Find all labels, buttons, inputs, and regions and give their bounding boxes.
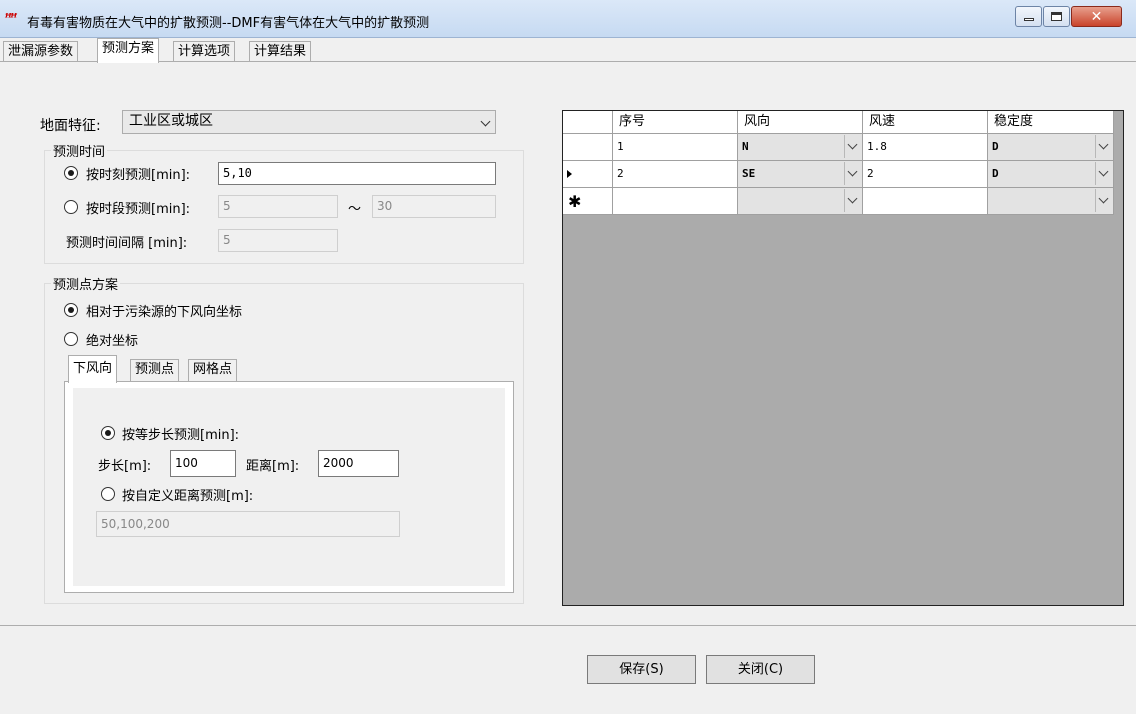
cell-stability-value: D [992, 140, 999, 153]
title-bar: ꟸꟸ 有毒有害物质在大气中的扩散预测--DMF有害气体在大气中的扩散预测 ✕ [0, 0, 1136, 38]
period-separator: ～ [348, 202, 362, 217]
interval-label: 预测时间间隔 [min]: [66, 236, 188, 251]
chevron-down-icon[interactable] [1095, 189, 1112, 212]
period-end-input[interactable]: 30 [372, 195, 496, 218]
chevron-down-icon[interactable] [1095, 135, 1112, 158]
by-period-radio[interactable] [64, 200, 78, 214]
distance-input[interactable]: 2000 [318, 450, 399, 477]
interval-input[interactable]: 5 [218, 229, 338, 252]
tab-leak-source[interactable]: 泄漏源参数 [3, 41, 79, 62]
save-button[interactable]: 保存(S) [587, 655, 696, 684]
subtab-downwind[interactable]: 下风向 [68, 355, 118, 383]
new-cell-no[interactable] [613, 188, 738, 215]
row-header-new[interactable]: ✱ [563, 188, 613, 215]
tab-prediction-scheme[interactable]: 预测方案 [97, 38, 160, 63]
current-row-icon [567, 170, 572, 178]
close-icon: ✕ [1090, 8, 1103, 25]
row-header-current[interactable] [563, 161, 613, 188]
chevron-down-icon[interactable] [844, 135, 861, 158]
cell-speed[interactable]: 2 [863, 161, 988, 188]
absolute-coord-radio[interactable] [64, 332, 78, 346]
tab-calc-options[interactable]: 计算选项 [173, 41, 236, 62]
custom-distance-radio[interactable] [101, 487, 115, 501]
by-moment-input[interactable]: 5,10 [218, 162, 496, 185]
new-cell-stability[interactable] [988, 188, 1114, 215]
chevron-down-icon [480, 116, 491, 127]
period-start-input[interactable]: 5 [218, 195, 338, 218]
distance-label: 距离[m]: [246, 459, 300, 474]
prediction-time-title: 预测时间 [51, 141, 108, 160]
cell-speed[interactable]: 1.8 [863, 134, 988, 161]
close-button[interactable]: 关闭(C) [706, 655, 815, 684]
cell-direction[interactable]: SE [738, 161, 863, 188]
grid-corner-header [563, 111, 613, 134]
ground-feature-label: 地面特征: [40, 118, 101, 134]
cell-stability[interactable]: D [988, 161, 1114, 188]
cell-direction-value: SE [742, 167, 756, 180]
custom-distance-label: 按自定义距离预测[m]: [122, 489, 254, 504]
wind-data-grid[interactable]: 序号 风向 风速 稳定度 1 N 1.8 D 2 SE 2 D ✱ [562, 110, 1124, 606]
app-icon: ꟸꟸ [5, 11, 17, 24]
minimize-icon [1023, 18, 1034, 21]
custom-distance-input[interactable]: 50,100,200 [96, 511, 400, 537]
cell-stability[interactable]: D [988, 134, 1114, 161]
row-header[interactable] [563, 134, 613, 161]
relative-coord-radio[interactable] [64, 303, 78, 317]
relative-coord-label: 相对于污染源的下风向坐标 [86, 305, 243, 320]
maximize-icon [1051, 12, 1062, 21]
by-moment-radio[interactable] [64, 166, 78, 180]
equal-step-label: 按等步长预测[min]: [122, 428, 240, 443]
cell-direction-value: N [742, 140, 749, 153]
ground-feature-select[interactable]: 工业区或城区 [122, 110, 496, 134]
minimize-button[interactable] [1015, 6, 1042, 27]
cell-no[interactable]: 2 [613, 161, 738, 188]
new-row-icon: ✱ [568, 192, 582, 211]
cell-stability-value: D [992, 167, 999, 180]
cell-direction[interactable]: N [738, 134, 863, 161]
maximize-button[interactable] [1043, 6, 1070, 27]
chevron-down-icon[interactable] [1095, 162, 1112, 185]
equal-step-radio[interactable] [101, 426, 115, 440]
chevron-down-icon[interactable] [844, 162, 861, 185]
absolute-coord-label: 绝对坐标 [86, 334, 139, 349]
ground-feature-value: 工业区或城区 [129, 113, 213, 129]
window-title: 有毒有害物质在大气中的扩散预测--DMF有害气体在大气中的扩散预测 [27, 16, 430, 31]
new-cell-direction[interactable] [738, 188, 863, 215]
subtab-prediction-points[interactable]: 预测点 [130, 359, 180, 381]
close-window-button[interactable]: ✕ [1071, 6, 1122, 27]
column-header-no[interactable]: 序号 [613, 111, 738, 134]
by-period-label: 按时段预测[min]: [86, 202, 191, 217]
by-moment-label: 按时刻预测[min]: [86, 168, 191, 183]
new-cell-speed[interactable] [863, 188, 988, 215]
column-header-direction[interactable]: 风向 [738, 111, 863, 134]
chevron-down-icon[interactable] [844, 189, 861, 212]
cell-no[interactable]: 1 [613, 134, 738, 161]
column-header-speed[interactable]: 风速 [863, 111, 988, 134]
step-label: 步长[m]: [98, 459, 152, 474]
tab-calc-results[interactable]: 计算结果 [249, 41, 312, 62]
main-tab-strip: 泄漏源参数 预测方案 计算选项 计算结果 [0, 38, 1136, 63]
subtab-grid-points[interactable]: 网格点 [188, 359, 238, 381]
column-header-stability[interactable]: 稳定度 [988, 111, 1114, 134]
point-scheme-title: 预测点方案 [51, 274, 121, 293]
step-input[interactable]: 100 [170, 450, 236, 477]
